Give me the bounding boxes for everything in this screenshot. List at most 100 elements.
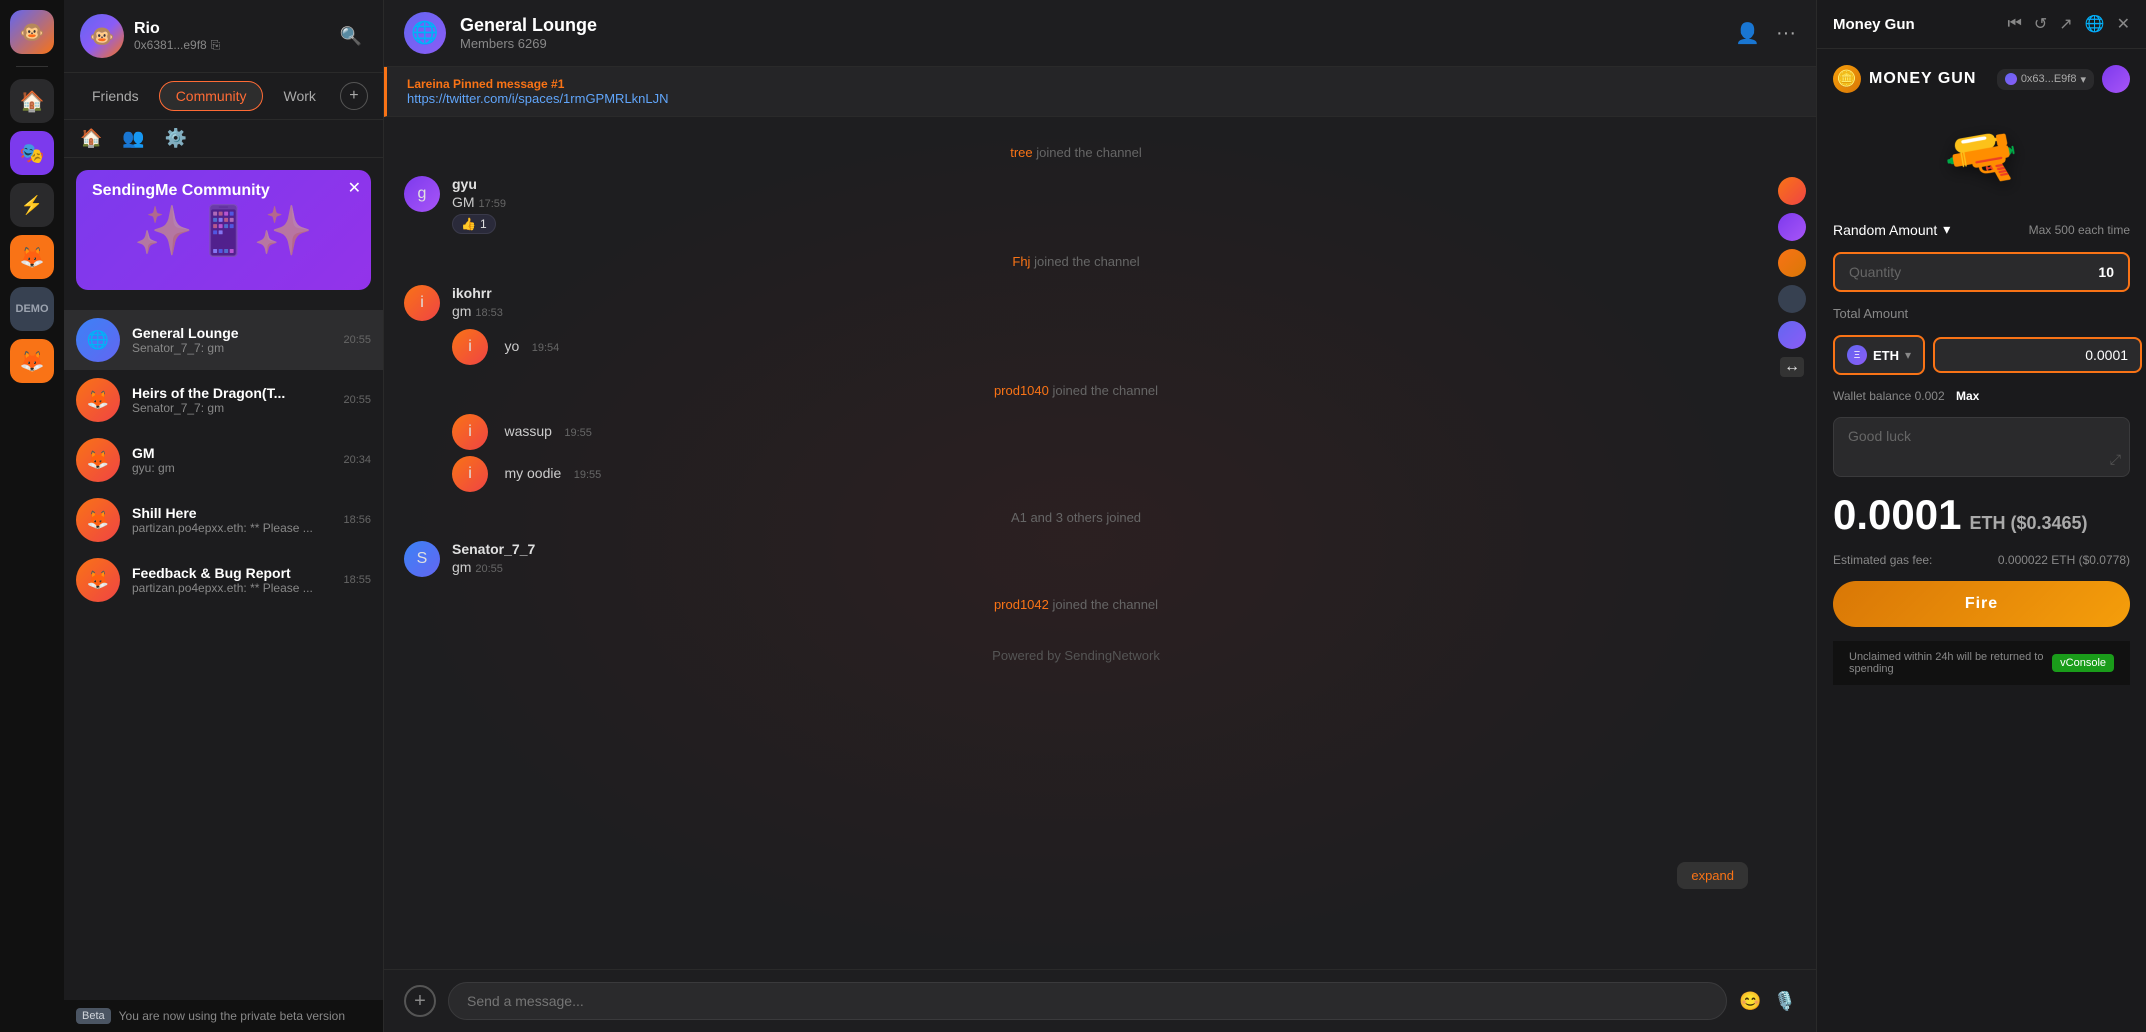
eth-amount-input[interactable] xyxy=(1933,337,2142,373)
avengers-icon[interactable]: ⚡ xyxy=(10,183,54,227)
beta-text: You are now using the private beta versi… xyxy=(119,1009,345,1023)
message-time: 19:55 xyxy=(574,469,602,481)
chevron-down-icon[interactable]: ▾ xyxy=(2080,73,2086,86)
total-amount-label: Total Amount xyxy=(1833,306,2130,321)
more-options-icon[interactable]: ··· xyxy=(1776,22,1796,45)
channel-preview: partizan.po4epxx.eth: ** Please ... xyxy=(132,581,331,595)
amount-type-label: Random Amount xyxy=(1833,222,1937,238)
community-banner[interactable]: SendingMe Community ✕ ✨📱✨ xyxy=(76,170,371,290)
channel-name: General Lounge xyxy=(132,325,331,341)
panel-title: Money Gun xyxy=(1833,16,1915,33)
pinned-link[interactable]: https://twitter.com/i/spaces/1rmGPMRLknL… xyxy=(407,91,1796,106)
rewind-icon[interactable]: ⏮ xyxy=(2007,15,2021,33)
channel-avatar: 🦊 xyxy=(76,438,120,482)
emoji-icon[interactable]: 😊 xyxy=(1739,991,1761,1012)
mask-icon[interactable]: 🎭 xyxy=(10,131,54,175)
person-icon[interactable]: 👤 xyxy=(1735,21,1760,46)
fox-icon[interactable]: 🦊 xyxy=(10,235,54,279)
banner-title: SendingMe Community xyxy=(92,182,270,200)
tab-community[interactable]: Community xyxy=(159,81,264,111)
message-reaction[interactable]: 👍 1 xyxy=(452,214,496,234)
copy-icon[interactable]: ⎘ xyxy=(211,38,221,53)
share-icon[interactable]: ↗ xyxy=(2059,14,2072,34)
active-community-icon[interactable]: 🦊 xyxy=(10,339,54,383)
settings-icon[interactable]: ⚙️ xyxy=(165,128,187,149)
message-input[interactable] xyxy=(448,982,1727,1020)
eth-selector[interactable]: Ξ ETH ▾ xyxy=(1833,335,1925,375)
message-avatar-ikohrr4: i xyxy=(452,456,488,492)
message-time: 17:59 xyxy=(478,198,506,210)
channel-info: Shill Here partizan.po4epxx.eth: ** Plea… xyxy=(132,505,331,535)
message-text-wassup: wassup xyxy=(504,423,551,439)
powered-by: Powered by SendingNetwork xyxy=(404,648,1748,663)
refresh-icon[interactable]: ↺ xyxy=(2034,14,2047,34)
search-button[interactable]: 🔍 xyxy=(335,20,367,52)
globe-icon[interactable]: 🌐 xyxy=(2085,14,2105,34)
quantity-value[interactable]: 10 xyxy=(2098,264,2114,280)
tab-work[interactable]: Work xyxy=(267,82,331,110)
system-text: joined the channel xyxy=(1034,254,1140,269)
max-link[interactable]: Max xyxy=(1956,389,1979,403)
channel-name: GM xyxy=(132,445,331,461)
user-address: 0x6381...e9f8 ⎘ xyxy=(134,38,220,53)
message-group-senator: S Senator_7_7 gm 20:55 xyxy=(404,541,1748,577)
eth-chevron-icon: ▾ xyxy=(1905,348,1911,362)
main-chat: 🌐 General Lounge Members 6269 👤 ··· Lare… xyxy=(384,0,1816,1032)
channel-info: Heirs of the Dragon(T... Senator_7_7: gm xyxy=(132,385,331,415)
system-text: joined the channel xyxy=(1053,597,1159,612)
message-group-gyu: g gyu GM 17:59 👍 1 xyxy=(404,176,1748,234)
add-tab-button[interactable]: + xyxy=(340,82,368,110)
banner-decoration: ✨📱✨ xyxy=(134,202,313,259)
amount-type-dropdown[interactable]: Random Amount ▾ xyxy=(1833,221,1950,238)
channel-item-general-lounge[interactable]: 🌐 General Lounge Senator_7_7: gm 20:55 xyxy=(64,310,383,370)
continuation-ikohrr-myoodie: i my oodie 19:55 xyxy=(404,456,1748,492)
gun-branding-row: 🪙 MONEY GUN 0x63...E9f8 ▾ xyxy=(1833,65,2130,93)
channel-time: 20:55 xyxy=(343,334,371,346)
avatar[interactable]: 🐵 xyxy=(80,14,124,58)
vconsole-badge[interactable]: vConsole xyxy=(2052,654,2114,672)
channel-preview: gyu: gm xyxy=(132,461,331,475)
channel-time: 18:55 xyxy=(343,574,371,586)
continuation-ikohrr-wassup: i wassup 19:55 xyxy=(404,414,1748,450)
side-avatar-4 xyxy=(1778,285,1806,313)
demo-badge[interactable]: DEMO xyxy=(10,287,54,331)
expand-side-icon[interactable]: ↔ xyxy=(1780,357,1804,377)
eth-coin-icon: Ξ xyxy=(1847,345,1867,365)
channel-avatar: 🦊 xyxy=(76,498,120,542)
side-avatar-1 xyxy=(1778,177,1806,205)
message-avatar-ikohrr: i xyxy=(404,285,440,321)
gun-image: 🔫 xyxy=(1939,116,2025,199)
money-gun-content: 🪙 MONEY GUN 0x63...E9f8 ▾ 🔫 Random Amoun… xyxy=(1817,49,2146,1032)
mic-icon[interactable]: 🎙️ xyxy=(1774,991,1796,1012)
add-people-icon[interactable]: 👥 xyxy=(122,128,144,149)
messages-scroll: tree joined the channel g gyu GM 17:59 👍… xyxy=(384,117,1768,969)
quantity-input-container: Quantity 10 xyxy=(1833,252,2130,292)
channel-item-shill[interactable]: 🦊 Shill Here partizan.po4epxx.eth: ** Pl… xyxy=(64,490,383,550)
message-text: gm 18:53 xyxy=(452,303,1748,319)
username-highlight: prod1042 xyxy=(994,597,1049,612)
add-attachment-button[interactable]: + xyxy=(404,985,436,1017)
message-avatar-gyu: g xyxy=(404,176,440,212)
channel-item-gm[interactable]: 🦊 GM gyu: gm 20:34 xyxy=(64,430,383,490)
channel-avatar: 🌐 xyxy=(76,318,120,362)
expand-button[interactable]: expand xyxy=(1677,862,1748,889)
gun-address-badge: 0x63...E9f8 ▾ xyxy=(1997,69,2094,90)
beta-bar: Beta You are now using the private beta … xyxy=(64,1000,383,1032)
message-author: gyu xyxy=(452,176,477,192)
message-author: ikohrr xyxy=(452,285,492,301)
message-group-ikohrr: i ikohrr gm 18:53 xyxy=(404,285,1748,321)
home-nav-icon[interactable]: 🏠 xyxy=(80,128,102,149)
system-text: A1 and 3 others joined xyxy=(1011,510,1141,525)
tab-friends[interactable]: Friends xyxy=(76,82,155,110)
money-gun-panel: Money Gun ⏮ ↺ ↗ 🌐 ✕ 🪙 MONEY GUN 0x63...E… xyxy=(1816,0,2146,1032)
banner-close-icon[interactable]: ✕ xyxy=(348,178,361,198)
channel-info: Feedback & Bug Report partizan.po4epxx.e… xyxy=(132,565,331,595)
close-panel-icon[interactable]: ✕ xyxy=(2117,14,2130,34)
expand-icon[interactable]: ⤢ xyxy=(2110,451,2121,468)
user-avatar-icon[interactable]: 🐵 xyxy=(10,10,54,54)
fire-button[interactable]: Fire xyxy=(1833,581,2130,627)
channel-item-feedback[interactable]: 🦊 Feedback & Bug Report partizan.po4epxx… xyxy=(64,550,383,610)
home-icon[interactable]: 🏠 xyxy=(10,79,54,123)
message-input-area[interactable]: Good luck ⤢ xyxy=(1833,417,2130,477)
channel-item-heirs[interactable]: 🦊 Heirs of the Dragon(T... Senator_7_7: … xyxy=(64,370,383,430)
